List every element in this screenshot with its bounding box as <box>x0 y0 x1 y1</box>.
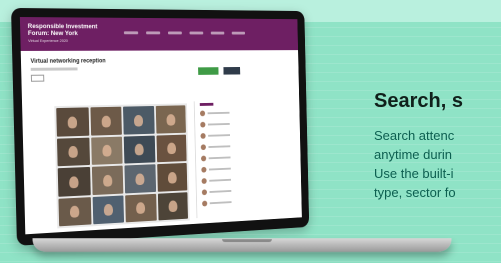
attendee-name <box>210 201 232 204</box>
hero-body-line: type, sector fo <box>374 183 501 202</box>
attendee-item[interactable] <box>200 121 230 127</box>
event-logo-title: Responsible Investment Forum: New York <box>28 23 112 37</box>
laptop-base <box>31 238 452 252</box>
attendee-item[interactable] <box>200 110 230 116</box>
session-badge <box>31 75 44 82</box>
app-header: Responsible Investment Forum: New York V… <box>20 17 298 51</box>
attendee-item[interactable] <box>201 155 231 162</box>
attendee-name <box>209 168 231 171</box>
video-tile[interactable] <box>90 107 122 135</box>
leave-button[interactable] <box>223 67 240 75</box>
laptop-screen: Responsible Investment Forum: New York V… <box>20 17 302 234</box>
video-tile[interactable] <box>124 135 155 163</box>
avatar <box>201 167 206 173</box>
session-time <box>31 67 78 70</box>
video-tile[interactable] <box>157 192 188 221</box>
avatar <box>202 189 207 195</box>
video-call-grid <box>54 103 189 228</box>
attendee-panel <box>194 100 251 218</box>
video-tile[interactable] <box>91 166 123 195</box>
laptop-mockup: Responsible Investment Forum: New York V… <box>14 8 434 258</box>
attendee-item[interactable] <box>200 132 230 139</box>
attendee-name <box>208 145 230 148</box>
avatar <box>200 133 205 139</box>
attendee-name <box>209 190 231 193</box>
avatar <box>202 201 207 207</box>
nav-item[interactable] <box>232 32 245 35</box>
nav-item[interactable] <box>211 32 225 35</box>
join-button[interactable] <box>198 67 218 75</box>
event-logo-subtitle: Virtual Experience 2020 <box>28 37 112 44</box>
hero-body-text: Search attenc anytime durin Use the buil… <box>374 126 501 202</box>
attendee-name <box>209 156 231 159</box>
attendee-name <box>208 134 230 137</box>
video-tile[interactable] <box>58 197 91 227</box>
attendee-item[interactable] <box>201 143 231 150</box>
attendee-item[interactable] <box>202 188 232 195</box>
laptop-lid: Responsible Investment Forum: New York V… <box>11 8 309 246</box>
nav-item[interactable] <box>146 31 160 34</box>
attendee-name <box>209 179 231 182</box>
video-tile[interactable] <box>155 105 186 133</box>
page-title: Virtual networking reception <box>30 58 105 64</box>
nav-item[interactable] <box>190 32 204 35</box>
video-tile[interactable] <box>125 193 156 222</box>
attendee-name <box>208 123 230 125</box>
video-tile[interactable] <box>92 195 124 224</box>
video-tile[interactable] <box>124 164 155 193</box>
attendee-item[interactable] <box>201 166 231 173</box>
hero-headline: Search, s <box>374 90 463 113</box>
attendee-item[interactable] <box>202 177 232 184</box>
avatar <box>200 122 205 128</box>
video-tile[interactable] <box>56 107 89 136</box>
nav-item[interactable] <box>124 31 138 34</box>
avatar <box>201 156 206 162</box>
hero-body-line: Use the built-i <box>374 164 501 183</box>
attendee-tab[interactable] <box>200 103 214 106</box>
event-logo[interactable]: Responsible Investment Forum: New York V… <box>28 23 112 44</box>
video-tile[interactable] <box>157 163 188 191</box>
attendee-name <box>208 112 230 114</box>
avatar <box>201 144 206 150</box>
video-tile[interactable] <box>156 134 187 162</box>
video-tile[interactable] <box>91 136 123 165</box>
avatar <box>200 111 205 117</box>
hero-body-line: anytime durin <box>374 145 501 164</box>
video-tile[interactable] <box>57 137 90 166</box>
attendee-item[interactable] <box>202 199 232 206</box>
avatar <box>202 178 207 184</box>
nav-item[interactable] <box>168 31 182 34</box>
video-tile[interactable] <box>58 167 91 196</box>
video-tile[interactable] <box>123 106 154 134</box>
laptop-notch <box>222 239 272 242</box>
app-nav <box>124 31 245 34</box>
hero-body-line: Search attenc <box>374 126 501 145</box>
